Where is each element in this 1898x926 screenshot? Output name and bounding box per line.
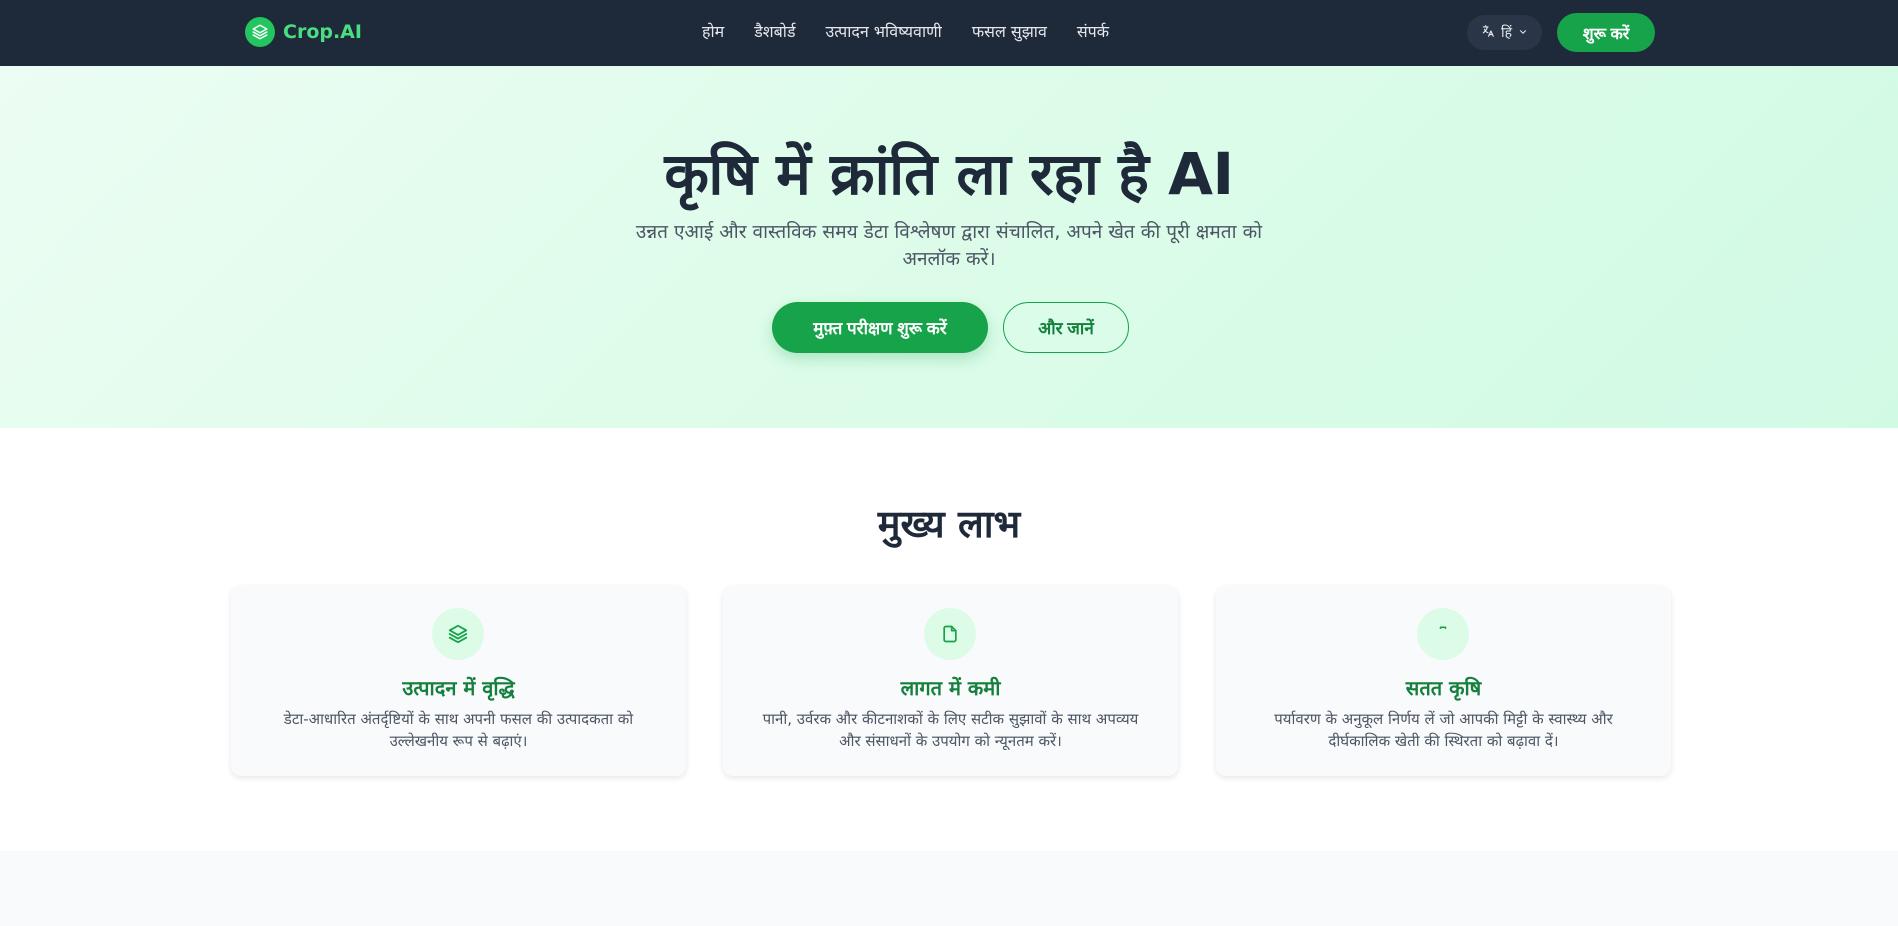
benefit-card-sustainable: सतत कृषि पर्यावरण के अनुकूल निर्णय लें ज… (1216, 586, 1671, 776)
learn-more-button[interactable]: और जानें (1003, 302, 1129, 353)
benefit-card-yield: उत्पादन में वृद्धि डेटा-आधारित अंतर्दृष्… (231, 586, 686, 776)
document-icon (924, 608, 976, 660)
next-section (0, 851, 1898, 926)
layers-icon (432, 608, 484, 660)
benefit-card-description: पानी, उर्वरक और कीटनाशकों के लिए सटीक सु… (762, 710, 1139, 750)
benefit-card-title: उत्पादन में वृद्धि (402, 676, 515, 700)
benefit-card-title: लागत में कमी (900, 676, 1001, 700)
chevron-down-icon (1518, 25, 1528, 41)
layers-logo-icon (245, 17, 275, 47)
brand-link[interactable]: Crop.AI (245, 17, 362, 47)
brand-name: Crop.AI (283, 21, 362, 43)
benefit-card-cost: लागत में कमी पानी, उर्वरक और कीटनाशकों क… (723, 586, 1178, 776)
navbar: Crop.AI होम डैशबोर्ड उत्पादन भविष्यवाणी … (0, 0, 1898, 66)
nav-link-dashboard[interactable]: डैशबोर्ड (754, 20, 795, 42)
benefit-card-title: सतत कृषि (1405, 676, 1482, 700)
nav-link-yield-prediction[interactable]: उत्पादन भविष्यवाणी (826, 20, 942, 42)
benefit-card-description: डेटा-आधारित अंतर्दृष्टियों के साथ अपनी फ… (283, 710, 634, 750)
nav-link-contact[interactable]: संपर्क (1077, 20, 1109, 42)
nav-links: होम डैशबोर्ड उत्पादन भविष्यवाणी फसल सुझा… (702, 20, 1109, 42)
nav-link-home[interactable]: होम (702, 20, 724, 42)
free-trial-button[interactable]: मुफ़्त परीक्षण शुरू करें (772, 302, 988, 353)
hero-title: कृषि में क्रांति ला रहा है AI (664, 140, 1234, 208)
language-switcher[interactable]: हिं (1467, 15, 1542, 50)
hero-section: कृषि में क्रांति ला रहा है AI उन्नत एआई … (0, 66, 1898, 428)
nav-link-crop-suggestion[interactable]: फसल सुझाव (972, 20, 1047, 42)
benefit-card-description: पर्यावरण के अनुकूल निर्णय लें जो आपकी मि… (1274, 710, 1613, 750)
translate-icon (1481, 24, 1495, 42)
language-label: हिं (1500, 25, 1513, 41)
hero-subtitle: उन्नत एआई और वास्तविक समय डेटा विश्लेषण … (635, 221, 1263, 270)
benefits-title: मुख्य लाभ (877, 502, 1021, 546)
leaf-icon (1417, 608, 1469, 660)
get-started-button[interactable]: शुरू करें (1557, 13, 1655, 52)
